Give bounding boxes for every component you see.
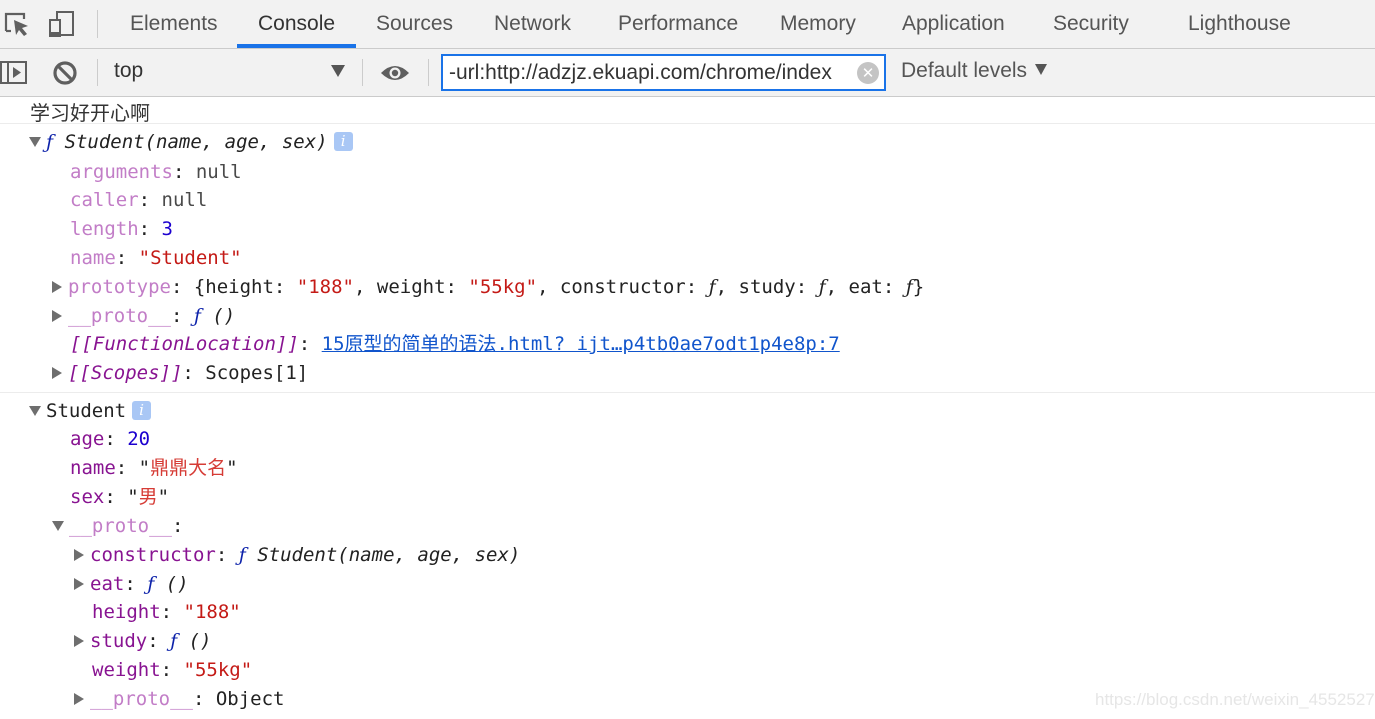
divider [428,59,429,86]
expand-arrow-icon[interactable] [74,549,84,561]
log-levels-dropdown[interactable]: Default levels [901,59,1048,83]
divider [362,59,363,86]
log-text: 学习好开心啊 [30,101,150,125]
info-icon[interactable]: i [132,401,152,420]
devtools-tab-bar: Elements Console Sources Network Perform… [0,0,1375,49]
property-name: name: "Student" [70,247,242,269]
proto-constructor[interactable]: constructor: ƒ Student(name, age, sex) [74,541,520,570]
function-header[interactable]: ƒ Student(name, age, sex) i [29,128,353,157]
expand-arrow-icon[interactable] [29,137,41,147]
proto-weight: weight: "55kg" [92,659,253,681]
proto-eat[interactable]: eat: ƒ () [74,570,189,599]
property-prototype[interactable]: prototype: {height: "188", weight: "55kg… [52,273,924,302]
expand-arrow-icon[interactable] [52,367,62,379]
divider [97,59,98,86]
expand-arrow-icon[interactable] [52,310,62,322]
expand-arrow-icon[interactable] [52,521,64,531]
property-scopes[interactable]: [[Scopes]]: Scopes[1] [52,359,308,388]
filter-input-box[interactable]: ✕ [441,54,886,91]
divider [97,10,98,38]
proto-proto[interactable]: __proto__: Object [74,685,284,714]
proto-height: height: "188" [92,601,241,623]
sidebar-toggle-icon[interactable] [0,60,28,86]
expand-arrow-icon[interactable] [74,578,84,590]
tab-application[interactable]: Application [902,0,1005,48]
device-toolbar-icon[interactable] [47,9,77,39]
eye-icon[interactable] [380,64,410,82]
tab-network[interactable]: Network [494,0,571,48]
log-levels-label: Default levels [901,59,1028,82]
property-arguments: arguments: null [70,161,242,183]
property-age: age: 20 [70,428,151,450]
function-signature: Student(name, age, sex) [64,131,328,153]
proto-study[interactable]: study: ƒ () [74,627,211,656]
tab-security[interactable]: Security [1053,0,1129,48]
tab-elements[interactable]: Elements [130,0,218,48]
expand-arrow-icon[interactable] [29,406,41,416]
source-link[interactable]: 15原型的简单的语法.html? ijt…p4tb0ae7odt1p4e8p:7 [322,333,840,355]
filter-input[interactable] [449,56,851,89]
console-message-log: 学习好开心啊 [0,97,1375,125]
tab-memory[interactable]: Memory [780,0,856,48]
chevron-down-icon[interactable] [331,65,345,77]
tab-performance[interactable]: Performance [618,0,738,48]
active-tab-indicator [237,44,356,48]
console-message-function: ƒ Student(name, age, sex) i arguments: nu… [0,124,1375,393]
property-caller: caller: null [70,189,208,211]
tab-console[interactable]: Console [258,0,335,48]
expand-arrow-icon[interactable] [52,281,62,293]
context-selector[interactable]: top [114,59,143,83]
console-toolbar: top ✕ Default levels [0,49,1375,97]
property-proto-expanded[interactable]: __proto__: [52,512,183,541]
tab-sources[interactable]: Sources [376,0,453,48]
function-f-icon: ƒ [46,131,54,153]
clear-console-icon[interactable] [52,60,78,86]
property-function-location: [[FunctionLocation]]: 15原型的简单的语法.html? i… [70,333,840,355]
chevron-down-icon [1035,64,1048,75]
console-message-object: Student i age: 20 name: "鼎鼎大名" sex: "男" _… [0,393,1375,719]
tab-lighthouse[interactable]: Lighthouse [1188,0,1291,48]
object-header[interactable]: Student i [29,397,152,426]
info-icon[interactable]: i [333,132,353,151]
property-name: name: "鼎鼎大名" [70,457,238,479]
console-output: 学习好开心啊 ƒ Student(name, age, sex) i argume… [0,97,1375,719]
clear-filter-icon[interactable]: ✕ [857,62,879,84]
expand-arrow-icon[interactable] [74,693,84,705]
property-length: length: 3 [70,218,173,240]
property-sex: sex: "男" [70,486,170,508]
property-proto[interactable]: __proto__: ƒ () [52,302,235,331]
watermark: https://blog.csdn.net/weixin_45525272 [1095,690,1375,709]
inspect-element-icon[interactable] [2,9,32,39]
expand-arrow-icon[interactable] [74,635,84,647]
